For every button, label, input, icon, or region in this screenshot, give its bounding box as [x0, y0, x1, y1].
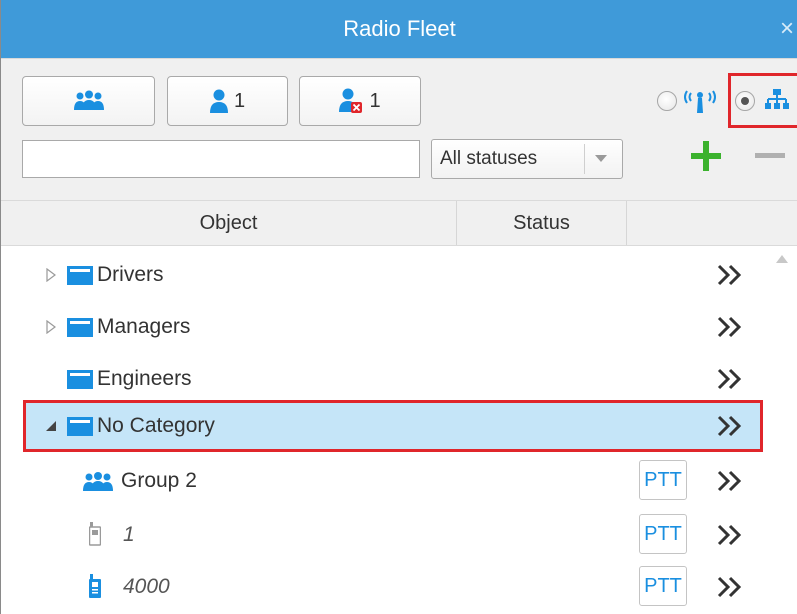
- details-chevron-icon[interactable]: [717, 316, 743, 338]
- collapse-icon[interactable]: [45, 419, 57, 433]
- column-object[interactable]: Object: [1, 201, 457, 245]
- plus-icon[interactable]: [689, 139, 723, 173]
- expand-icon[interactable]: [45, 268, 57, 282]
- list-item-label: Group 2: [121, 469, 197, 492]
- group-icon: [73, 90, 104, 110]
- list-item-group-2[interactable]: Group 2 PTT: [1, 455, 761, 507]
- details-chevron-icon[interactable]: [717, 576, 743, 598]
- list-item-label: Drivers: [97, 263, 164, 286]
- folder-icon: [67, 370, 93, 389]
- radio-view-mode-radio[interactable]: [657, 91, 677, 111]
- title-bar: Radio Fleet ×: [1, 0, 797, 58]
- ptt-button[interactable]: PTT: [639, 514, 687, 554]
- status-filter-select[interactable]: All statuses: [431, 139, 623, 179]
- column-status[interactable]: Status: [457, 201, 627, 245]
- list-item-label: Managers: [97, 315, 191, 338]
- close-icon[interactable]: ×: [776, 14, 797, 44]
- list-item-engineers[interactable]: Engineers: [1, 353, 761, 405]
- details-chevron-icon[interactable]: [717, 524, 743, 546]
- show-groups-button[interactable]: [22, 76, 155, 126]
- ptt-button[interactable]: PTT: [639, 566, 687, 606]
- details-chevron-icon[interactable]: [717, 415, 743, 437]
- folder-icon: [67, 318, 93, 337]
- toolbar: 1 1 All statuses: [1, 58, 797, 200]
- list-item-radio-1[interactable]: 1 PTT: [1, 509, 761, 561]
- offline-users-button[interactable]: 1: [299, 76, 421, 126]
- view-mode-highlight: [728, 73, 797, 128]
- list-item-label: Engineers: [97, 367, 192, 390]
- table-header: Object Status: [1, 200, 797, 246]
- list-item-label: 4000: [123, 575, 170, 598]
- radio-offline-icon: [89, 522, 101, 546]
- online-users-button[interactable]: 1: [167, 76, 288, 126]
- list-item-drivers[interactable]: Drivers: [1, 249, 761, 301]
- chevron-down-icon: [584, 144, 616, 174]
- folder-icon: [67, 266, 93, 285]
- radio-signal-icon: [684, 90, 716, 113]
- radio-fleet-window: Radio Fleet × 1 1 All statuses Object St…: [0, 0, 797, 614]
- list-item-no-category[interactable]: No Category: [23, 400, 763, 452]
- window-title: Radio Fleet: [343, 16, 456, 41]
- details-chevron-icon[interactable]: [717, 470, 743, 492]
- details-chevron-icon[interactable]: [717, 264, 743, 286]
- status-filter-value: All statuses: [440, 148, 538, 169]
- radio-online-icon: [89, 574, 101, 598]
- ptt-button[interactable]: PTT: [639, 460, 687, 500]
- user-icon: [209, 89, 228, 113]
- list-item-label: No Category: [97, 414, 215, 437]
- folder-icon: [67, 417, 93, 436]
- offline-users-count: 1: [369, 89, 381, 112]
- minus-icon[interactable]: [753, 139, 787, 173]
- list-item-radio-4000[interactable]: 4000 PTT: [1, 561, 761, 613]
- details-chevron-icon[interactable]: [717, 368, 743, 390]
- user-offline-icon: [339, 88, 363, 113]
- scroll-up-icon[interactable]: [775, 253, 789, 265]
- expand-icon[interactable]: [45, 320, 57, 334]
- group-icon: [83, 472, 113, 491]
- online-users-count: 1: [233, 89, 246, 112]
- list-item-managers[interactable]: Managers: [1, 301, 761, 353]
- search-input[interactable]: [22, 140, 420, 178]
- list-item-label: 1: [123, 523, 135, 546]
- object-list: Drivers Managers Engineers No Category G…: [1, 247, 797, 614]
